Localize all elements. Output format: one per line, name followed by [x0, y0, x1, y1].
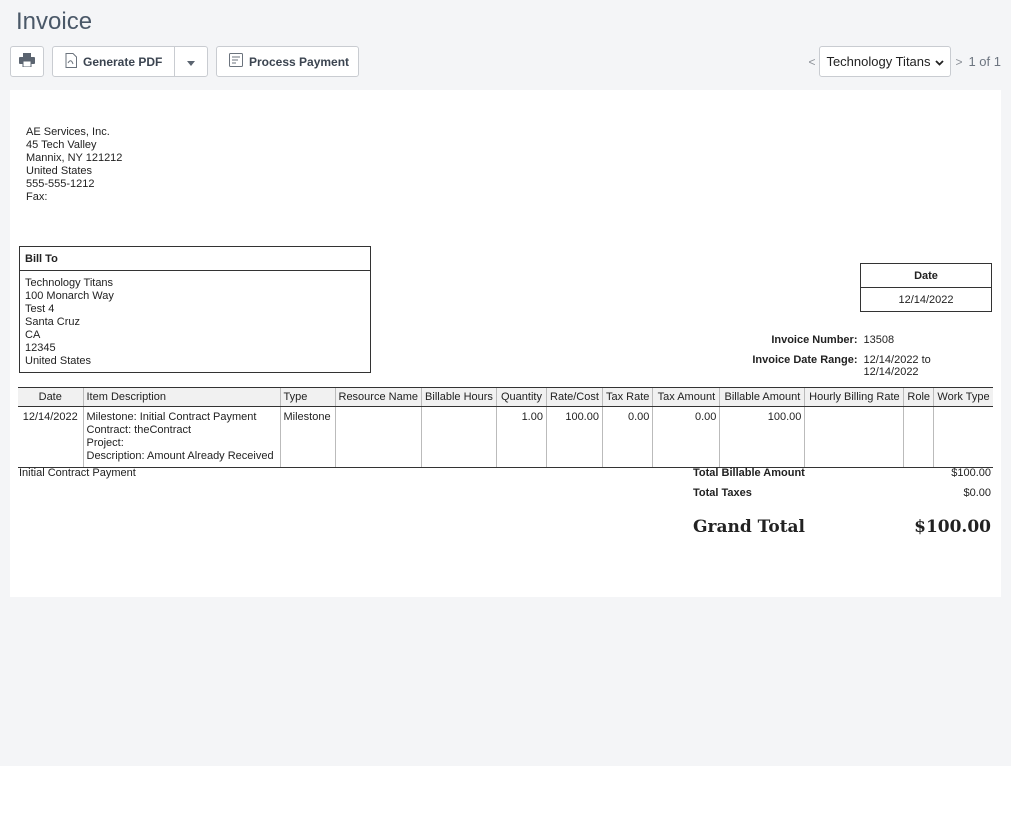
column-header-resource-name: Resource Name: [334, 387, 422, 407]
invoice-date-range-label: Invoice Date Range:: [752, 354, 858, 366]
cell-hourly-billing-rate: [804, 406, 904, 468]
cell-type: Milestone: [279, 406, 335, 468]
total-billable-label: Total Billable Amount: [693, 467, 805, 479]
description-line: Milestone: Initial Contract Payment: [86, 411, 257, 423]
company-line: Mannix, NY 121212: [26, 152, 123, 164]
column-header-rate-cost: Rate/Cost: [545, 387, 603, 407]
column-header-tax-amount: Tax Amount: [652, 387, 720, 407]
bill-to-line: 100 Monarch Way: [25, 290, 114, 302]
record-pager: < Technology Titans > 1 of 1: [804, 46, 1001, 77]
table-row: 12/14/2022 Milestone: Initial Contract P…: [18, 406, 993, 468]
total-taxes-row: Total Taxes $0.00: [693, 487, 991, 507]
invoice-date-range-row: Invoice Date Range: 12/14/2022 to 12/14/…: [686, 354, 986, 378]
table-header-row: Date Item Description Type Resource Name…: [18, 387, 993, 407]
cell-resource-name: [334, 406, 422, 468]
bill-to-line: CA: [25, 329, 41, 341]
client-select[interactable]: Technology Titans: [819, 46, 952, 77]
column-header-billable-hours: Billable Hours: [420, 387, 497, 407]
column-header-tax-rate: Tax Rate: [601, 387, 653, 407]
cell-tax-rate: 0.00: [601, 406, 653, 468]
column-header-hourly-billing-rate: Hourly Billing Rate: [804, 387, 904, 407]
caret-down-icon: [187, 55, 195, 69]
company-address: AE Services, Inc. 45 Tech Valley Mannix,…: [26, 126, 122, 204]
grand-total-value: $100.00: [914, 517, 991, 537]
printer-icon: [19, 53, 35, 70]
column-header-item-description: Item Description: [82, 387, 280, 407]
cell-billable-hours: [420, 406, 497, 468]
grand-total-row: Grand Total $100.00: [693, 517, 991, 537]
bill-to-line: Test 4: [25, 303, 55, 315]
description-line: Project:: [86, 437, 124, 449]
generate-pdf-dropdown-button[interactable]: [175, 47, 207, 76]
grand-total-label: Grand Total: [693, 517, 806, 537]
bill-to-box: Bill To Technology Titans 100 Monarch Wa…: [19, 246, 371, 373]
record-count: 1 of 1: [968, 54, 1001, 69]
invoice-number-row: Invoice Number: 13508: [686, 334, 986, 346]
bill-to-line: 12345: [25, 342, 56, 354]
process-payment-button[interactable]: Process Payment: [216, 46, 359, 77]
cell-rate-cost: 100.00: [545, 406, 603, 468]
cell-date: 12/14/2022: [18, 406, 83, 468]
cell-tax-amount: 0.00: [652, 406, 720, 468]
column-header-work-type: Work Type: [933, 387, 993, 407]
generate-pdf-split-button: Generate PDF: [52, 46, 208, 77]
line-items-table: Date Item Description Type Resource Name…: [18, 387, 993, 468]
payment-form-icon: [229, 53, 243, 70]
previous-record-link[interactable]: <: [808, 55, 815, 69]
bill-to-line: Santa Cruz: [25, 316, 81, 328]
total-billable-row: Total Billable Amount $100.00: [693, 467, 991, 487]
column-header-billable-amount: Billable Amount: [719, 387, 805, 407]
column-header-role: Role: [903, 387, 934, 407]
bill-to-address: Technology Titans 100 Monarch Way Test 4…: [20, 271, 370, 374]
cell-work-type: [933, 406, 993, 468]
invoice-date-value: 12/14/2022: [898, 294, 954, 306]
date-heading: Date: [861, 264, 991, 288]
generate-pdf-label: Generate PDF: [83, 54, 163, 69]
cell-item-description: Milestone: Initial Contract Payment Cont…: [82, 406, 280, 468]
invoice-number-value: 13508: [863, 334, 895, 346]
app-background: Invoice Generate PDF Process Payment < T…: [0, 0, 1011, 766]
invoice-date-range-value: 12/14/2022 to 12/14/2022: [863, 354, 931, 378]
company-line: United States: [26, 165, 93, 177]
next-record-link[interactable]: >: [955, 55, 962, 69]
process-payment-label: Process Payment: [249, 54, 350, 69]
invoice-number-label: Invoice Number:: [771, 334, 858, 346]
bill-to-line: United States: [25, 355, 92, 367]
bill-to-line: Technology Titans: [25, 277, 114, 289]
total-taxes-value: $0.00: [963, 487, 991, 499]
total-taxes-label: Total Taxes: [693, 487, 752, 499]
page-title: Invoice: [16, 8, 93, 35]
bill-to-heading: Bill To: [20, 247, 370, 271]
company-line: Fax:: [26, 191, 48, 203]
cell-quantity: 1.00: [495, 406, 547, 468]
cell-billable-amount: 100.00: [719, 406, 805, 468]
cell-role: [903, 406, 934, 468]
column-header-quantity: Quantity: [495, 387, 547, 407]
invoice-footer-note: Initial Contract Payment: [19, 467, 136, 479]
company-line: AE Services, Inc.: [26, 126, 110, 138]
column-header-type: Type: [279, 387, 335, 407]
chevron-down-icon: [935, 54, 945, 69]
client-select-value: Technology Titans: [826, 54, 931, 69]
total-billable-value: $100.00: [951, 467, 991, 479]
totals-block: Total Billable Amount $100.00 Total Taxe…: [693, 467, 991, 537]
description-line: Description: Amount Already Received: [86, 450, 274, 462]
company-line: 555-555-1212: [26, 178, 95, 190]
pdf-document-icon: [65, 52, 77, 71]
generate-pdf-button[interactable]: Generate PDF: [53, 47, 175, 76]
column-header-date: Date: [18, 387, 83, 407]
company-line: 45 Tech Valley: [26, 139, 97, 151]
invoice-sheet: AE Services, Inc. 45 Tech Valley Mannix,…: [10, 90, 1001, 597]
invoice-date-box: Date 12/14/2022: [860, 263, 992, 312]
print-button[interactable]: [10, 46, 44, 77]
description-line: Contract: theContract: [86, 424, 192, 436]
